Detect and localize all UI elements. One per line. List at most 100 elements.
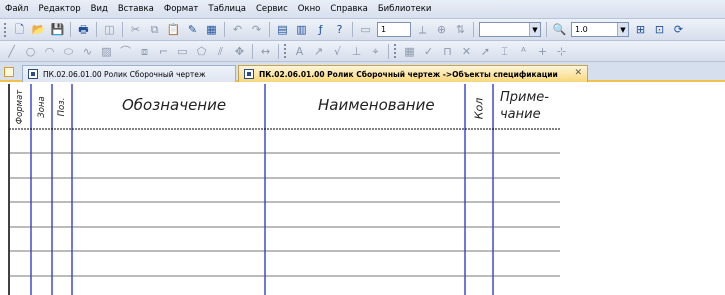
toolbar-separator [96, 22, 97, 37]
specification-grid [8, 84, 560, 295]
toolbar-separator [278, 43, 279, 59]
zoom-fit-icon[interactable]: ⊡ [651, 21, 668, 38]
preview-icon[interactable]: ◫ [101, 21, 118, 38]
menu-window[interactable]: Окно [293, 0, 326, 19]
copy-icon[interactable]: ⧉ [146, 21, 163, 38]
plus-icon[interactable]: + [534, 43, 551, 60]
tab-assembly-drawing[interactable]: ПК.02.06.01.00 Ролик Сборочный чертеж [22, 65, 236, 82]
tolerance-icon[interactable]: ⌖ [367, 43, 384, 60]
circle-icon[interactable]: ○ [22, 43, 39, 60]
menu-service[interactable]: Сервис [251, 0, 293, 19]
tab-specification-objects[interactable]: ПК.02.06.01.00 Ролик Сборочный чертеж ->… [238, 65, 588, 82]
redo-icon[interactable]: ↷ [248, 21, 265, 38]
roughness-icon[interactable]: √ [329, 43, 346, 60]
center-icon[interactable]: ⊹ [553, 43, 570, 60]
polyline-icon[interactable]: ⌐ [155, 43, 172, 60]
table-icon[interactable]: ▦ [203, 21, 220, 38]
menu-file[interactable]: Файл [0, 0, 33, 19]
paste-icon[interactable]: 📋 [165, 21, 182, 38]
tab-label: ПК.02.06.01.00 Ролик Сборочный чертеж [43, 69, 206, 79]
zoom-in-icon[interactable]: ⊞ [632, 21, 649, 38]
globe-icon[interactable]: ⊕ [433, 21, 450, 38]
move-icon[interactable]: ✥ [231, 43, 248, 60]
library-icon[interactable]: ▥ [293, 21, 310, 38]
zoom-icon[interactable]: 🔍 [551, 21, 568, 38]
weld-icon[interactable]: ⊓ [439, 43, 456, 60]
menu-libraries[interactable]: Библиотеки [373, 0, 437, 19]
toolbar-grip[interactable] [284, 44, 287, 58]
leader-icon[interactable]: ↗ [310, 43, 327, 60]
section-icon[interactable]: ⌶ [496, 43, 513, 60]
header-note-line1: Приме- [500, 90, 549, 105]
toolbar-separator [224, 22, 225, 37]
zoom-value: 1.0 [575, 25, 588, 34]
toolbar-grip[interactable] [394, 44, 397, 58]
toolbar-separator [352, 22, 353, 37]
sort-icon[interactable]: ⇅ [452, 21, 469, 38]
cut-icon[interactable]: ✂ [127, 21, 144, 38]
hatch-icon[interactable]: ▨ [98, 43, 115, 60]
print-icon[interactable]: 🖶 [75, 21, 92, 38]
offset-icon[interactable]: ⧈ [136, 43, 153, 60]
undo-icon[interactable]: ↶ [229, 21, 246, 38]
snap-icon[interactable]: ⟂ [414, 21, 431, 38]
arrow-view-icon[interactable]: ➚ [477, 43, 494, 60]
arc-icon[interactable]: ◠ [41, 43, 58, 60]
polygon-icon[interactable]: ⬠ [193, 43, 210, 60]
menu-editor[interactable]: Редактор [33, 0, 85, 19]
fillet-icon[interactable]: ⌒ [117, 43, 134, 60]
header-format: Формат [15, 89, 25, 125]
function-icon[interactable]: ƒ [312, 21, 329, 38]
menu-insert[interactable]: Вставка [113, 0, 159, 19]
header-designation: Обозначение [122, 96, 227, 114]
open-icon[interactable]: 📂 [30, 21, 47, 38]
drawing-icon [28, 69, 38, 79]
line-icon[interactable]: ╱ [3, 43, 20, 60]
axis-icon[interactable]: ✕ [458, 43, 475, 60]
manager-icon[interactable]: ▤ [274, 21, 291, 38]
menu-table[interactable]: Таблица [203, 0, 251, 19]
close-icon[interactable]: ✕ [574, 68, 582, 78]
layer-combo[interactable]: 1 [377, 22, 411, 37]
base-icon[interactable]: ⊥ [348, 43, 365, 60]
header-quantity: Кол [472, 97, 486, 120]
header-position: Поз. [57, 97, 67, 117]
zoom-combo[interactable]: 1.0 ▼ [571, 22, 629, 37]
header-name: Наименование [318, 96, 435, 114]
menu-format[interactable]: Формат [159, 0, 204, 19]
mark-icon[interactable]: ᴬ [515, 43, 532, 60]
format-toolbar: ╱ ○ ◠ ⬭ ∿ ▨ ⌒ ⧈ ⌐ ▭ ⬠ ⫽ ✥ ↔ A ↗ √ ⊥ ⌖ ▦ … [0, 41, 725, 62]
new-document-icon[interactable]: 🗋 [11, 21, 28, 38]
style-combo[interactable]: ▼ [479, 22, 541, 37]
table-grid-icon[interactable]: ▦ [401, 43, 418, 60]
specification-sheet[interactable]: Формат Зона Поз. Обозначение Наименовани… [0, 84, 725, 295]
rectangle-icon[interactable]: ▭ [174, 43, 191, 60]
header-note-line2: чание [500, 107, 541, 122]
text-icon[interactable]: A [291, 43, 308, 60]
dimension-icon[interactable]: ↔ [257, 43, 274, 60]
menu-view[interactable]: Вид [86, 0, 113, 19]
layer-icon[interactable]: ▭ [357, 21, 374, 38]
properties-icon[interactable]: ✎ [184, 21, 201, 38]
help-pointer-icon[interactable]: ? [331, 21, 348, 38]
menu-help[interactable]: Справка [325, 0, 372, 19]
menu-bar: Файл Редактор Вид Вставка Формат Таблица… [0, 0, 725, 19]
document-tabs: ПК.02.06.01.00 Ролик Сборочный чертеж ПК… [0, 62, 725, 82]
refresh-icon[interactable]: ⟳ [670, 21, 687, 38]
trim-icon[interactable]: ⫽ [212, 43, 229, 60]
header-zone: Зона [37, 96, 47, 118]
toolbar-separator [122, 22, 123, 37]
specification-icon [244, 69, 254, 79]
ellipse-icon[interactable]: ⬭ [60, 43, 77, 60]
toolbar-grip[interactable] [4, 22, 7, 37]
standard-toolbar: 🗋 📂 💾 🖶 ◫ ✂ ⧉ 📋 ✎ ▦ ↶ ↷ ▤ ▥ ƒ ? ▭ 1 ⟂ ⊕ … [0, 19, 725, 41]
chevron-down-icon[interactable]: ▼ [617, 23, 628, 36]
toolbar-separator [473, 22, 474, 37]
document-icon [4, 67, 14, 77]
spline-icon[interactable]: ∿ [79, 43, 96, 60]
save-icon[interactable]: 💾 [49, 21, 66, 38]
toolbar-separator [70, 22, 71, 37]
check-icon[interactable]: ✓ [420, 43, 437, 60]
chevron-down-icon[interactable]: ▼ [529, 23, 540, 36]
layer-value: 1 [381, 25, 387, 34]
